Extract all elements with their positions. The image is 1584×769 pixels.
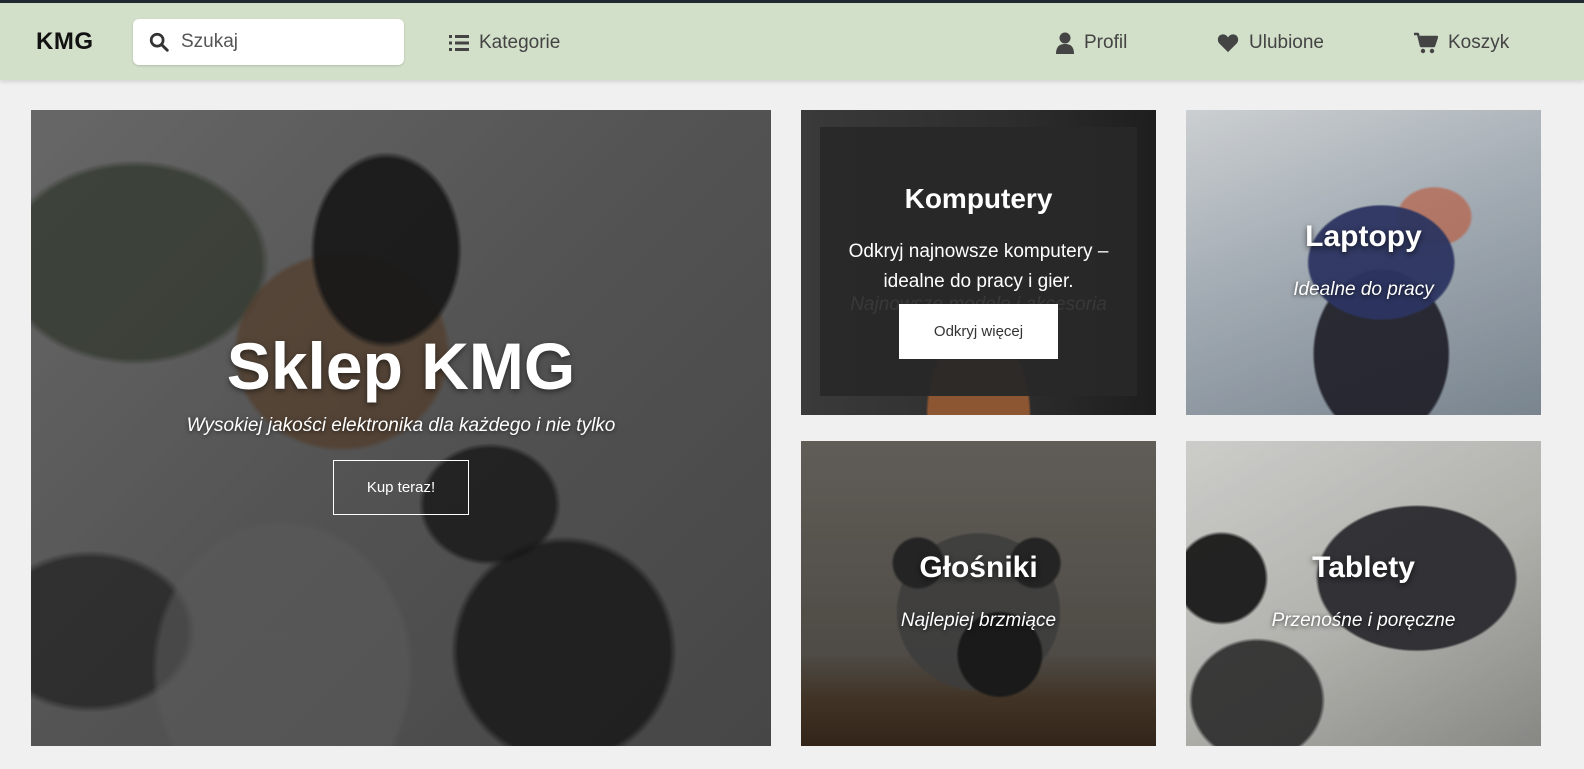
category-tile-computers[interactable]: Najnowsze modele i akcesoria Komputery O… <box>801 110 1156 415</box>
nav-cart-label: Koszyk <box>1448 32 1510 53</box>
discover-more-button[interactable]: Odkryj więcej <box>899 304 1058 359</box>
nav-favorites[interactable]: Ulubione <box>1217 25 1324 61</box>
speakers-subtitle: Najlepiej brzmiące <box>900 610 1057 631</box>
shop-now-button[interactable]: Kup teraz! <box>333 460 469 515</box>
nav-cart[interactable]: Koszyk <box>1414 25 1509 61</box>
cart-icon <box>1414 32 1438 54</box>
category-tile-tablets[interactable]: Tablety Przenośne i poręczne <box>1186 441 1541 746</box>
computers-description: Odkryj najnowsze komputery – idealne do … <box>848 241 1109 292</box>
user-icon <box>1056 32 1074 54</box>
hero-subtitle: Wysokiej jakości elektronika dla każdego… <box>186 415 616 436</box>
nav-profile[interactable]: Profil <box>1056 25 1127 61</box>
category-tile-speakers[interactable]: Głośniki Najlepiej brzmiące <box>801 441 1156 746</box>
search-input[interactable] <box>179 27 394 57</box>
laptops-title: Laptopy <box>1305 220 1422 253</box>
speakers-title: Głośniki <box>919 551 1038 584</box>
tablets-subtitle: Przenośne i poręczne <box>1271 610 1456 631</box>
nav-categories[interactable]: Kategorie <box>449 25 560 61</box>
laptops-subtitle: Idealne do pracy <box>1293 279 1434 300</box>
heart-icon <box>1217 34 1239 53</box>
nav-categories-label: Kategorie <box>479 32 561 53</box>
computers-title: Komputery <box>904 183 1053 214</box>
hero-banner: Sklep KMG Wysokiej jakości elektronika d… <box>31 110 771 746</box>
search-icon <box>149 32 169 52</box>
nav-favorites-label: Ulubione <box>1249 32 1324 53</box>
top-navbar: KMG Kategorie Profil Ulubione <box>0 0 1584 80</box>
nav-profile-label: Profil <box>1084 32 1128 53</box>
tablets-title: Tablety <box>1312 551 1415 584</box>
search-box[interactable] <box>133 19 404 65</box>
brand-logo[interactable]: KMG <box>36 28 94 56</box>
hero-title: Sklep KMG <box>226 329 576 403</box>
category-tile-laptops[interactable]: Laptopy Idealne do pracy <box>1186 110 1541 415</box>
list-icon <box>449 35 469 51</box>
computers-overlay-panel: Najnowsze modele i akcesoria Komputery O… <box>820 127 1137 396</box>
